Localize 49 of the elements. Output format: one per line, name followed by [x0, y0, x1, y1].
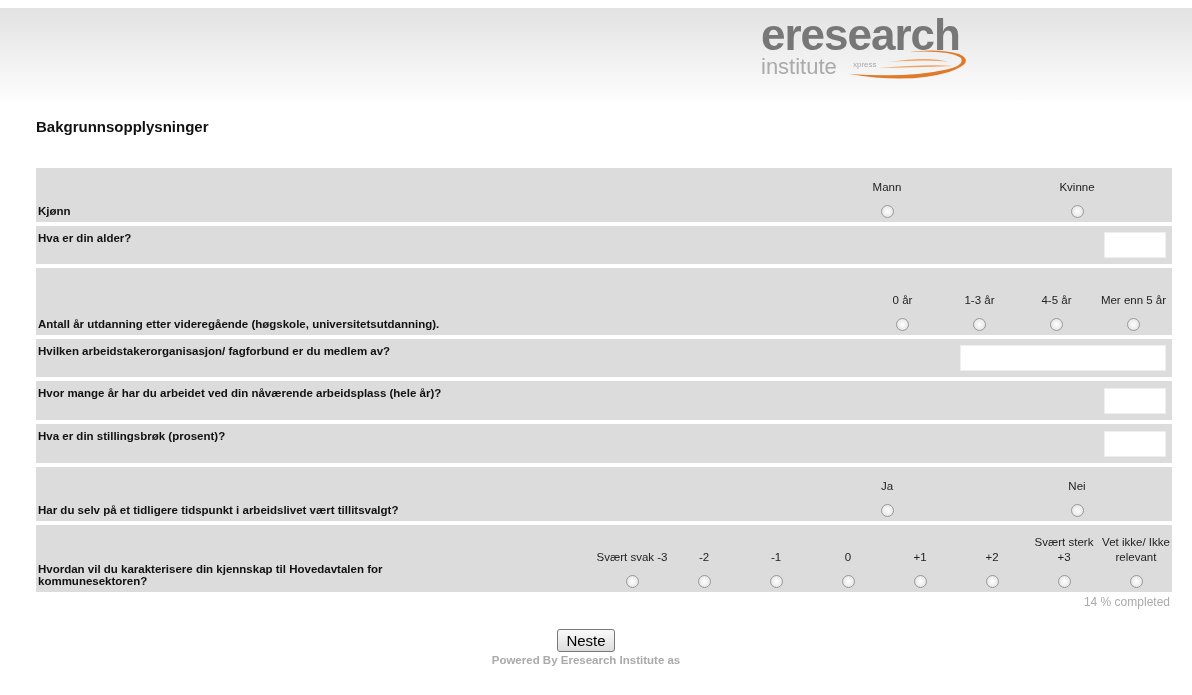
radio-button[interactable] [973, 318, 986, 331]
radio-button[interactable] [880, 504, 894, 517]
option-label: Mer enn 5 år [1100, 293, 1167, 308]
input-field[interactable] [1104, 387, 1166, 414]
radio-button[interactable] [841, 575, 855, 588]
option-label: Kvinne [1059, 180, 1095, 195]
option-label: 0 [844, 550, 852, 565]
radio-button[interactable] [913, 575, 927, 588]
radio-button[interactable] [625, 575, 639, 588]
page-title: Bakgrunnsopplysninger [36, 118, 210, 135]
progress-text: 14 % completed [1083, 595, 1170, 609]
radio-button[interactable] [880, 205, 894, 218]
radio-button[interactable] [1070, 504, 1084, 517]
option-label: Svært svak -3 [596, 550, 668, 565]
question-text: Hvordan vil du karakterisere din kjennskap til Hovedavtalen for kommunesektoren? [38, 562, 384, 589]
option-label: -2 [698, 550, 710, 565]
radio-button[interactable] [1070, 205, 1084, 218]
option-label: Svært sterk +3 [1033, 535, 1095, 565]
question-text: Hvor mange år har du arbeidet ved din nåværende arbeidsplass (hele år)? [38, 386, 443, 401]
question-text: Hva er din stillingsbrøk (prosent)? [38, 429, 227, 444]
option-label: +1 [913, 550, 927, 565]
question-text: Hvilken arbeidstakerorganisasjon/ fagforbund er du medlem av? [38, 344, 392, 359]
radio-button[interactable] [896, 318, 909, 331]
option-label: -1 [770, 550, 782, 565]
input-field[interactable] [960, 345, 1166, 371]
option-label: 4-5 år [1041, 293, 1072, 308]
logo-tag: xpress [853, 60, 877, 69]
next-button[interactable]: Neste [557, 629, 615, 652]
question-text: Hva er din alder? [38, 231, 133, 246]
radio-button[interactable] [1050, 318, 1063, 331]
option-label: Mann [872, 180, 902, 195]
option-label: Vet ikke/ Ikke relevant [1101, 535, 1171, 565]
input-field[interactable] [1104, 430, 1166, 457]
question-text: Har du selv på et tidligere tidspunkt i arbeidslivet vært tillitsvalgt? [38, 503, 400, 518]
option-label: Nei [1068, 479, 1086, 494]
option-label: +2 [985, 550, 999, 565]
question-text: Kjønn [38, 204, 72, 219]
radio-button[interactable] [1129, 575, 1143, 588]
radio-button[interactable] [697, 575, 711, 588]
option-label: Ja [880, 479, 894, 494]
radio-button[interactable] [769, 575, 783, 588]
question-text: Antall år utdanning etter videregående (høgskole, universitetsutdanning). [38, 317, 441, 332]
option-label: 1-3 år [964, 293, 995, 308]
input-field[interactable] [1104, 232, 1166, 258]
radio-button[interactable] [1127, 318, 1140, 331]
radio-button[interactable] [985, 575, 999, 588]
radio-button[interactable] [1057, 575, 1071, 588]
option-label: 0 år [892, 293, 913, 308]
footer-text: Powered By Eresearch Institute as [491, 654, 681, 666]
